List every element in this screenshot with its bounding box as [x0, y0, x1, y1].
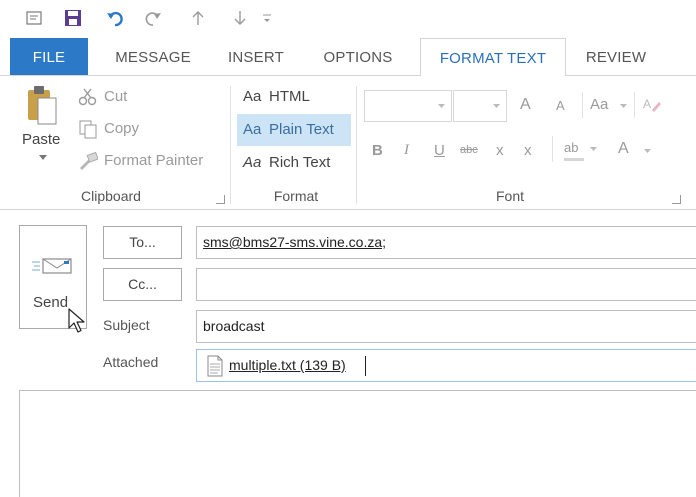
undo-icon[interactable] [104, 8, 126, 28]
group-separator [356, 86, 357, 204]
format-plain-prefix: Aa [243, 121, 262, 138]
chevron-down-icon [644, 149, 651, 153]
highlight-swatch [564, 158, 584, 161]
to-button[interactable]: To... [103, 226, 182, 259]
message-options-icon[interactable] [24, 8, 44, 28]
scissors-icon [78, 88, 97, 106]
font-separator [552, 136, 553, 162]
format-plain-label: Plain Text [269, 121, 334, 138]
chevron-down-icon [438, 104, 445, 108]
to-field[interactable]: sms@bms27-sms.vine.co.za; [196, 226, 696, 259]
down-arrow-icon[interactable] [230, 8, 250, 28]
copy-button[interactable]: Copy [78, 118, 158, 140]
subscript-button[interactable]: x [496, 142, 504, 159]
bold-button[interactable]: B [372, 142, 383, 159]
send-envelope-icon [32, 258, 72, 274]
paste-button[interactable]: Paste [18, 84, 68, 174]
paste-icon [28, 86, 57, 125]
cc-field[interactable] [196, 268, 696, 301]
format-html-prefix: Aa [243, 88, 262, 105]
shrink-font-button[interactable]: A [556, 98, 565, 113]
tab-file[interactable]: FILE [10, 38, 88, 75]
format-group-label: Format [273, 188, 319, 204]
save-icon[interactable] [62, 8, 84, 28]
format-html-label: HTML [269, 88, 310, 105]
tab-format-text[interactable]: FORMAT TEXT [420, 38, 566, 77]
grow-font-button[interactable]: A [520, 96, 531, 114]
format-painter-label: Format Painter [104, 152, 204, 169]
chevron-down-icon [590, 147, 597, 151]
paste-label: Paste [22, 131, 61, 148]
highlight-label: ab [564, 140, 579, 155]
cut-button[interactable]: Cut [78, 86, 158, 108]
clipboard-launcher-icon[interactable] [216, 195, 225, 204]
attached-field[interactable]: multiple.txt (139 B) [196, 349, 696, 382]
group-separator [230, 86, 231, 204]
format-rich-label: Rich Text [269, 154, 331, 171]
send-label: Send [33, 294, 69, 311]
tab-message[interactable]: MESSAGE [104, 38, 202, 76]
highlight-button[interactable]: ab [562, 138, 600, 162]
text-caret [365, 356, 366, 376]
subject-label: Subject [103, 317, 150, 333]
italic-button[interactable]: I [404, 142, 409, 159]
clear-formatting-icon[interactable]: A [642, 94, 662, 114]
ribbon-tab-bar: FILE MESSAGE INSERT OPTIONS FORMAT TEXT … [0, 38, 696, 77]
format-painter-button[interactable]: Format Painter [78, 150, 218, 172]
redo-icon[interactable] [142, 8, 164, 28]
quick-access-toolbar [0, 0, 696, 38]
attachment-name[interactable]: multiple.txt (139 B) [229, 357, 346, 373]
mouse-cursor-icon [68, 308, 85, 333]
chevron-down-icon [493, 104, 500, 108]
clipboard-group-label: Clipboard [81, 188, 141, 204]
cut-label: Cut [104, 88, 128, 105]
copy-label: Copy [104, 120, 140, 137]
cc-button[interactable]: Cc... [103, 268, 182, 301]
format-html-button[interactable]: Aa HTML [238, 84, 348, 112]
change-case-button[interactable]: Aa [590, 96, 608, 113]
message-body[interactable] [19, 390, 696, 497]
font-color-label: A [618, 140, 629, 157]
tab-insert[interactable]: INSERT [218, 38, 294, 76]
up-arrow-icon[interactable] [188, 8, 208, 28]
format-rich-prefix: Aa [243, 154, 262, 171]
copy-icon [79, 120, 97, 139]
customize-qat-icon[interactable] [260, 8, 274, 28]
text-file-icon [207, 355, 223, 377]
chevron-down-icon [620, 104, 627, 108]
paste-dropdown-icon [39, 155, 47, 160]
strikethrough-button[interactable]: abc [460, 144, 478, 156]
superscript-button[interactable]: x [524, 142, 532, 159]
format-plain-text-button[interactable]: Aa Plain Text [237, 114, 351, 146]
svg-text:A: A [643, 97, 651, 111]
tab-options[interactable]: OPTIONS [308, 38, 408, 76]
format-painter-icon [80, 152, 98, 170]
subject-field[interactable]: broadcast [196, 310, 696, 343]
attached-label: Attached [103, 354, 159, 370]
format-rich-text-button[interactable]: Aa Rich Text [238, 150, 348, 178]
tab-review[interactable]: REVIEW [578, 38, 654, 76]
font-launcher-icon[interactable] [672, 195, 681, 204]
font-size-combobox[interactable] [453, 90, 507, 122]
ribbon: Paste Cut Copy Format Painter Clipboard … [0, 76, 696, 210]
font-separator [582, 92, 583, 118]
font-group-label: Font [495, 188, 524, 204]
font-name-combobox[interactable] [364, 90, 452, 122]
underline-button[interactable]: U [434, 142, 445, 159]
font-separator [634, 92, 635, 118]
font-color-button[interactable]: A [616, 138, 656, 162]
